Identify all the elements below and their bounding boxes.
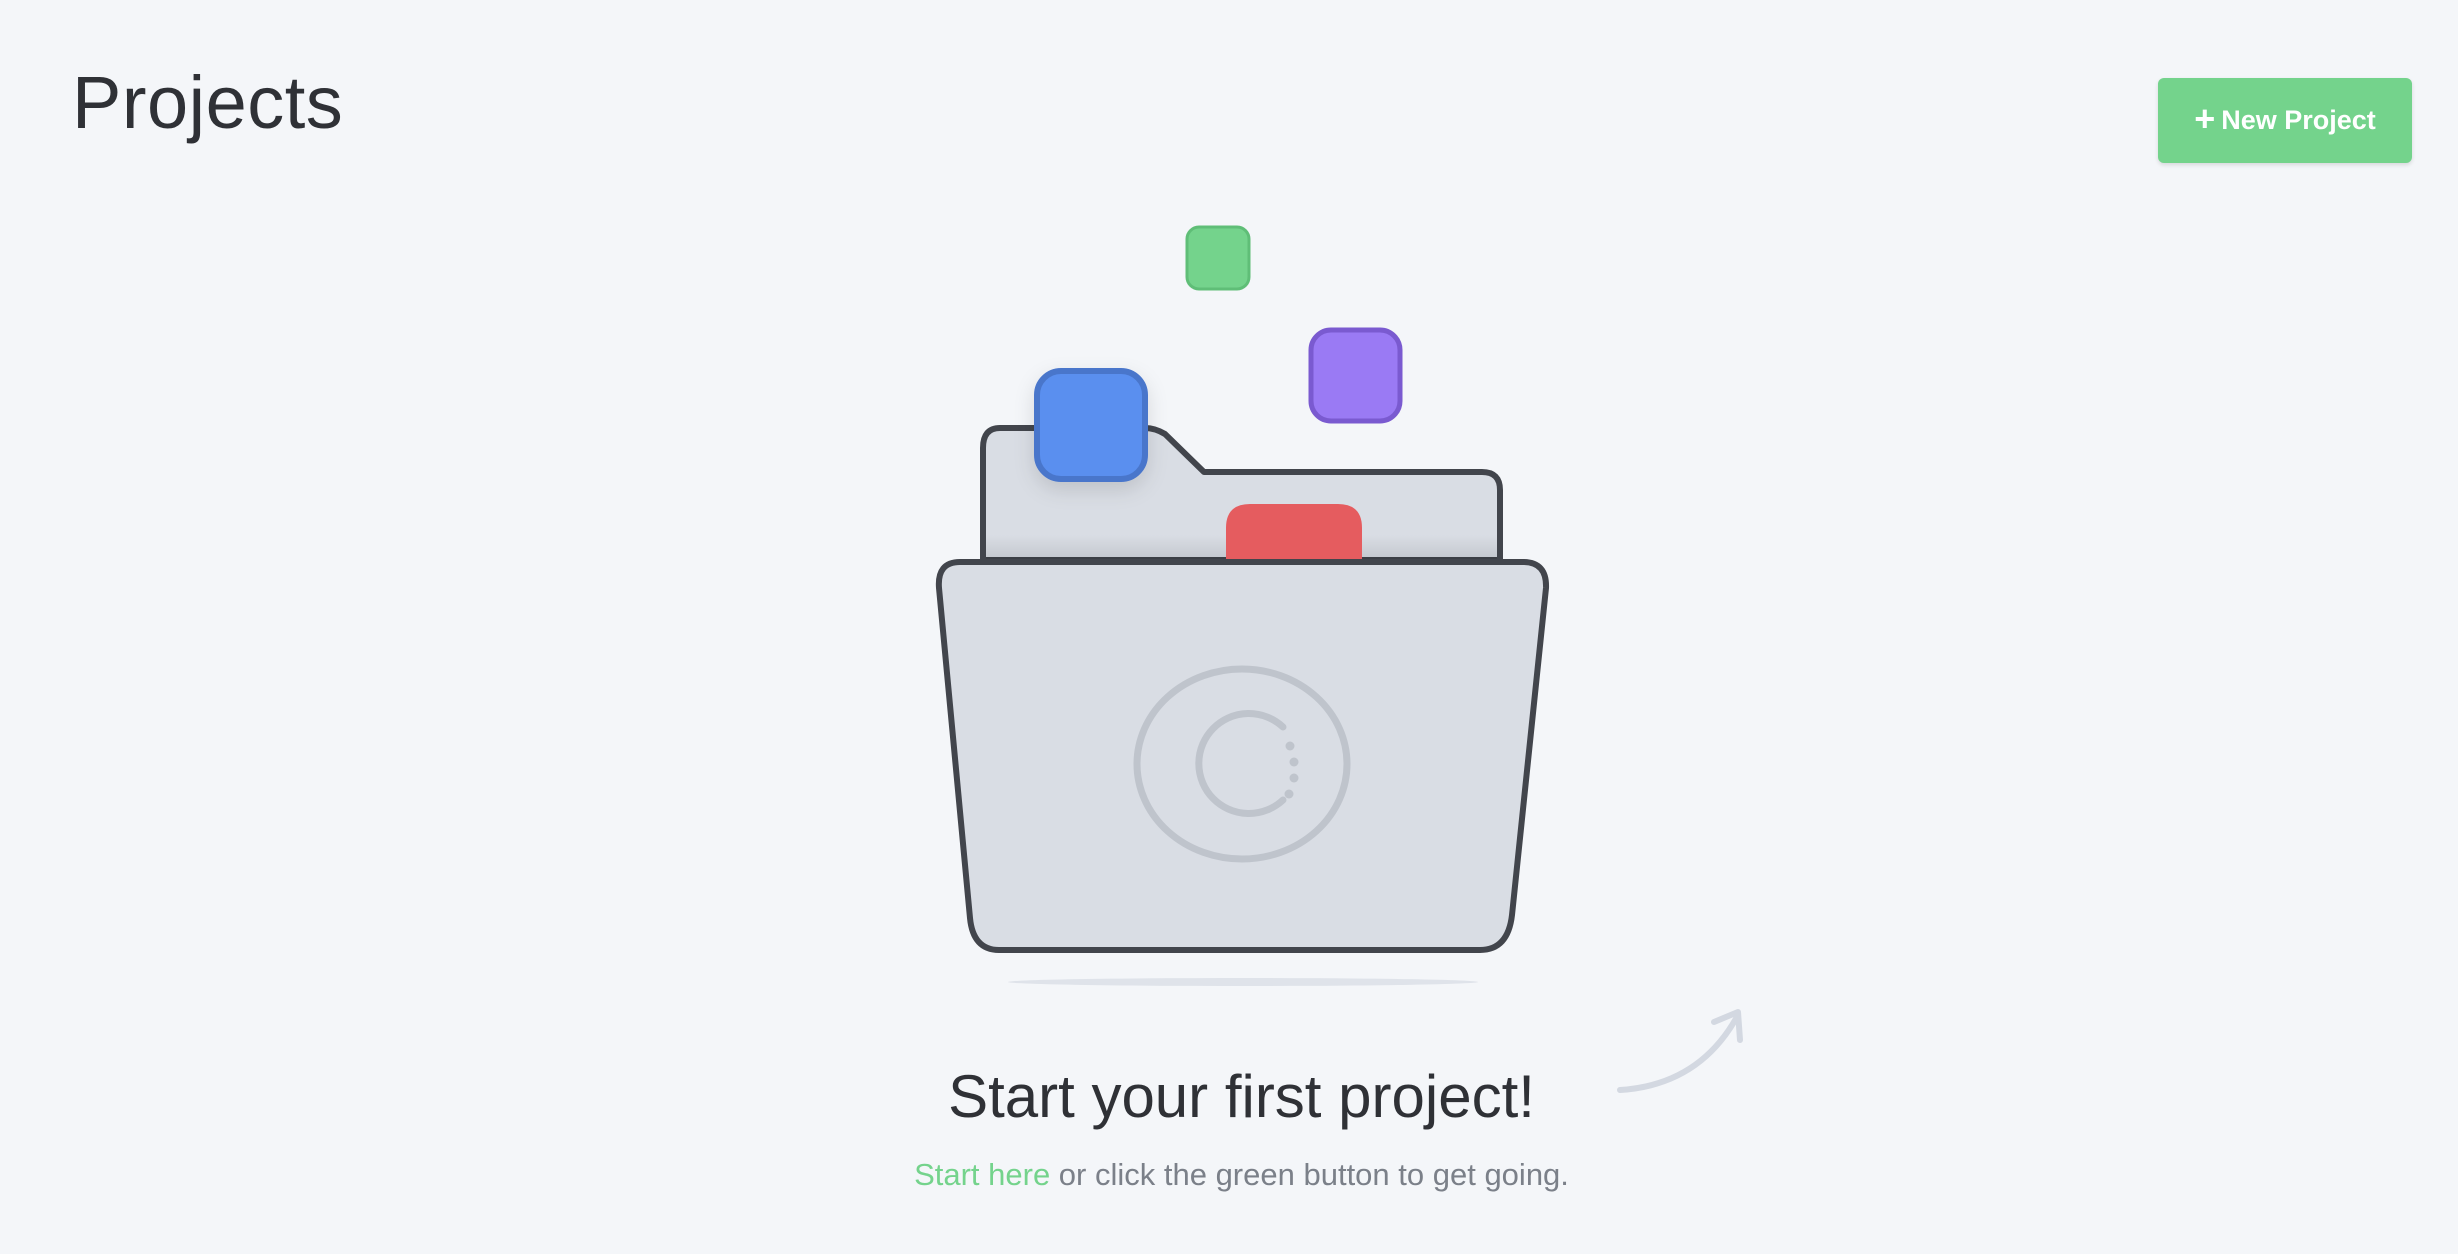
empty-state-subtext: Start here or click the green button to … — [0, 1156, 2458, 1193]
folder-shadow — [1008, 978, 1478, 986]
page-title: Projects — [72, 61, 344, 144]
folder-back-icon — [980, 425, 1503, 563]
logo-dots — [1284, 741, 1299, 799]
empty-state-rest-text: or click the green button to get going. — [1050, 1157, 1569, 1192]
blue-tile-icon — [1034, 368, 1148, 482]
new-project-label: New Project — [2221, 105, 2376, 135]
plus-icon: + — [2194, 97, 2216, 139]
purple-tile-icon — [1308, 327, 1403, 424]
new-project-button[interactable]: + New Project — [2158, 78, 2412, 163]
red-tile-icon — [1226, 504, 1362, 560]
circle-logo-icon — [1133, 665, 1351, 863]
green-tile-icon — [1185, 225, 1251, 291]
projects-page: Projects + New Project Start your first … — [0, 0, 2458, 1254]
folder-front-icon — [935, 559, 1550, 953]
start-here-link[interactable]: Start here — [914, 1157, 1050, 1192]
empty-state-heading: Start your first project! — [948, 1063, 1535, 1130]
